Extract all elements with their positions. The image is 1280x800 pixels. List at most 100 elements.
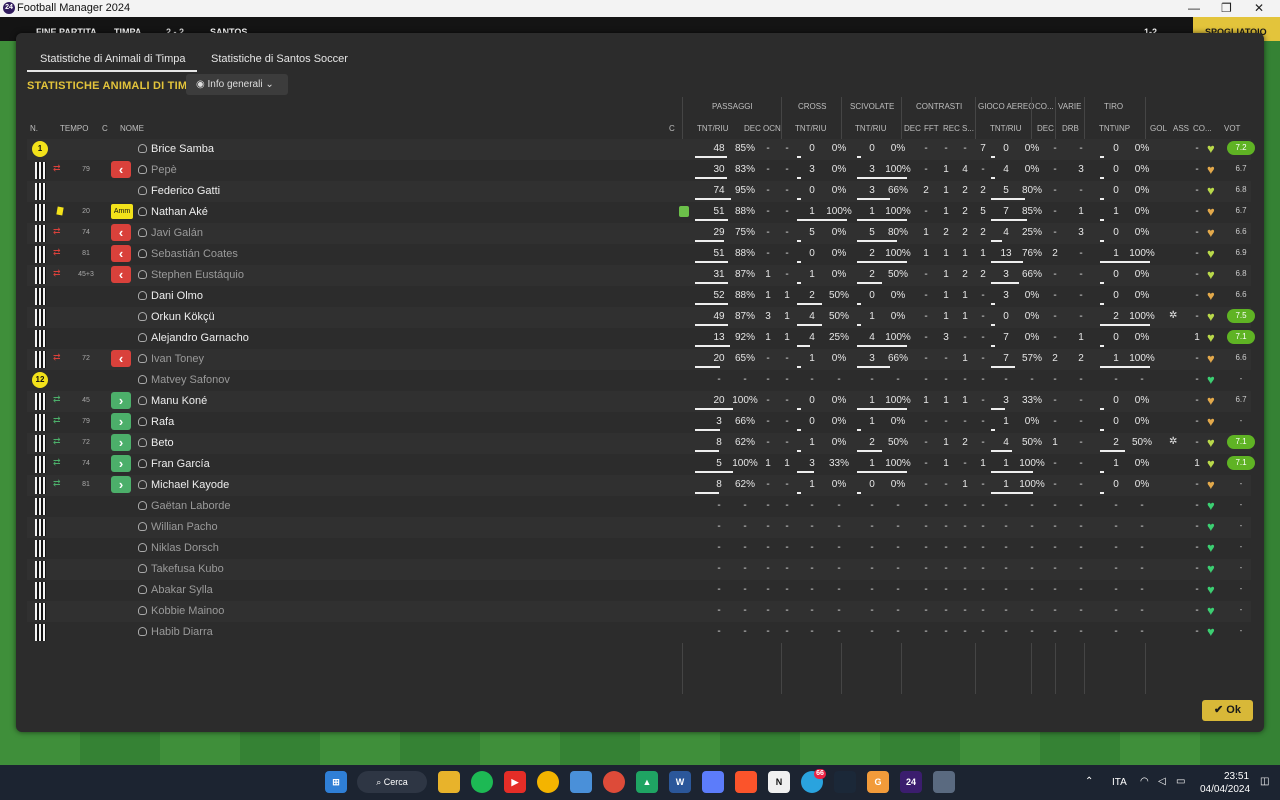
todo-icon[interactable] (702, 771, 724, 793)
player-name[interactable]: Takefusa Kubo (151, 563, 224, 575)
table-row[interactable]: 12 Matvey Safonov - - - - - - - - - - - - - - - - - - - ♥ - (27, 370, 1251, 391)
player-name[interactable]: Brice Samba (151, 143, 214, 155)
table-row[interactable]: Niklas Dorsch - - - - - - - - - - - - - - - - - - - ♥ - (27, 538, 1251, 559)
ok-button[interactable]: ✔ Ok (1202, 700, 1253, 721)
table-row[interactable]: ⇄ 72 › Beto 8 62% - -1 0% 2 50% -1 2-4 50% 1-2 50% - ✲ ♥ 7.… (27, 433, 1255, 454)
player-name[interactable]: Abakar Sylla (151, 584, 213, 596)
notifications-icon[interactable]: ◫ (1260, 776, 1269, 787)
youtube-icon[interactable]: ▶ (504, 771, 526, 793)
substitution-out-button[interactable]: ‹ (111, 224, 131, 241)
chrome-icon[interactable] (603, 771, 625, 793)
app-icon[interactable] (933, 771, 955, 793)
player-name[interactable]: Orkun Kökçü (151, 311, 215, 323)
col-shots[interactable]: TNT\INP (1099, 124, 1130, 133)
table-row[interactable]: ⇄ 72 ‹ Ivan Toney 20 65% - -1 0% 3 66% - -1-7 57% 2 2 1 1… (27, 349, 1251, 370)
table-row[interactable]: 1 Brice Samba 48 85% - -0 0% 0 0% - - -7 0 0% - -0 0% - ♥ 7… (27, 139, 1255, 160)
col-ch-s[interactable]: S... (962, 124, 974, 133)
table-row[interactable]: ⇄ 79 ‹ Pepè 30 83% - -3 0% 3 100% -1 4-4 0% -3 0 0% - ♥ 6.7 (27, 160, 1251, 181)
table-row[interactable]: ⇄ 81 › Michael Kayode 8 62% - -1 0% 0 0% - -1-1 100% -… (27, 475, 1251, 496)
table-row[interactable]: ⇄ 81 ‹ Sebastián Coates 51 88% - -0 0% 2 100% 1 1 1 1 1… (27, 244, 1251, 265)
player-name[interactable]: Dani Olmo (151, 290, 203, 302)
minimize-icon[interactable]: — (1188, 1, 1200, 15)
steam-icon[interactable] (834, 771, 856, 793)
view-dropdown[interactable]: ◉ Info generali ⌄ (186, 74, 288, 95)
brave-icon[interactable] (735, 771, 757, 793)
notion-icon[interactable]: N (768, 771, 790, 793)
drive-icon[interactable]: ▲ (636, 771, 658, 793)
table-row[interactable]: Takefusa Kubo - - - - - - - - - - - - - - - - - - - ♥ - (27, 559, 1251, 580)
player-name[interactable]: Willian Pacho (151, 521, 218, 533)
calendar-icon[interactable] (570, 771, 592, 793)
col-co[interactable]: CO... (1193, 124, 1212, 133)
substitution-out-button[interactable]: ‹ (111, 266, 131, 283)
table-row[interactable]: ⇄ 74 › Fran García 5 100% 1 1 3 33% 1 100% -1-1 1 100%… (27, 454, 1255, 475)
substitution-in-button[interactable]: › (111, 455, 131, 472)
player-name[interactable]: Gaëtan Laborde (151, 500, 231, 512)
col-rating[interactable]: VOT (1224, 124, 1240, 133)
table-row[interactable]: Kobbie Mainoo - - - - - - - - - - - - - - - - - - - ♥ - (27, 601, 1251, 622)
tab-away-stats[interactable]: Statistiche di Santos Soccer (211, 53, 348, 65)
col-time[interactable]: TEMPO (60, 124, 88, 133)
col-cond[interactable]: C (669, 124, 675, 133)
col-pass-ocn[interactable]: OCN (763, 124, 781, 133)
table-row[interactable]: Gaëtan Laborde - - - - - - - - - - - - - - - - - - - ♥ - (27, 496, 1251, 517)
clock-date[interactable]: 04/04/2024 (1200, 784, 1250, 795)
volume-icon[interactable]: ◁ (1158, 776, 1166, 787)
player-name[interactable]: Fran García (151, 458, 210, 470)
player-name[interactable]: Matvey Safonov (151, 374, 230, 386)
language-indicator[interactable]: ITA (1112, 777, 1127, 788)
substitution-in-button[interactable]: › (111, 392, 131, 409)
col-aerial-att[interactable]: TNT/RIU (990, 124, 1022, 133)
clock-time[interactable]: 23:51 (1224, 771, 1249, 782)
table-row[interactable]: Amm 20 Nathan Aké 51 88% - -1 100% 1 100% -1 2 5 7 85%… (27, 202, 1251, 223)
player-name[interactable]: Kobbie Mainoo (151, 605, 224, 617)
wifi-icon[interactable]: ◠ (1140, 776, 1149, 787)
col-tackle-att[interactable]: TNT/RIU (855, 124, 887, 133)
tab-home-stats[interactable]: Statistiche di Animali di Timpa (40, 53, 186, 65)
col-cross-att[interactable]: TNT/RIU (795, 124, 827, 133)
table-row[interactable]: Habib Diarra - - - - - - - - - - - - - - - - - - - ♥ - (27, 622, 1251, 643)
player-name[interactable]: Nathan Aké (151, 206, 208, 218)
player-name[interactable]: Ivan Toney (151, 353, 204, 365)
player-name[interactable]: Beto (151, 437, 174, 449)
player-name[interactable]: Federico Gatti (151, 185, 220, 197)
table-row[interactable]: Orkun Kökçü 49 87% 3 1 4 50% 1 0% - 1 1 - 0 0% - - 2 100% -… (27, 307, 1255, 328)
player-name[interactable]: Pepè (151, 164, 177, 176)
col-co-dec[interactable]: DEC (1037, 124, 1054, 133)
photos-icon[interactable] (537, 771, 559, 793)
col-ch-dec[interactable]: DEC (904, 124, 921, 133)
col-pass-att[interactable]: TNT/RIU (697, 124, 729, 133)
table-row[interactable]: ⇄ 79 › Rafa 3 66% - -0 0% 1 0% - - - -1 0% - -0 0% - ♥ - (27, 412, 1251, 433)
maximize-icon[interactable]: ❐ (1221, 1, 1232, 15)
player-name[interactable]: Rafa (151, 416, 174, 428)
substitution-out-button[interactable]: ‹ (111, 350, 131, 367)
player-name[interactable]: Stephen Eustáquio (151, 269, 244, 281)
player-name[interactable]: Sebastián Coates (151, 248, 238, 260)
close-icon[interactable]: ✕ (1254, 1, 1264, 15)
table-row[interactable]: ⇄ 45+3 ‹ Stephen Eustáquio 31 87% 1 - 1 0% 2 50% - 1 2… (27, 265, 1251, 286)
player-name[interactable]: Habib Diarra (151, 626, 213, 638)
player-name[interactable]: Niklas Dorsch (151, 542, 219, 554)
file-explorer-icon[interactable] (438, 771, 460, 793)
col-pass-dec[interactable]: DEC (744, 124, 761, 133)
battery-icon[interactable]: ▭ (1176, 776, 1185, 787)
word-icon[interactable]: W (669, 771, 691, 793)
player-name[interactable]: Javi Galán (151, 227, 203, 239)
table-row[interactable]: Alejandro Garnacho 13 92% 1 1 4 25% 4 100% -3- -7 0… (27, 328, 1255, 349)
football-manager-icon[interactable]: 24 (900, 771, 922, 793)
player-name[interactable]: Manu Koné (151, 395, 207, 407)
col-c[interactable]: C (102, 124, 108, 133)
col-drb[interactable]: DRB (1062, 124, 1079, 133)
table-row[interactable]: ⇄ 74 ‹ Javi Galán 29 75% - -5 0% 5 80% 1 2 2 2 4 25% -3 0 0… (27, 223, 1251, 244)
table-row[interactable]: ⇄ 45 › Manu Koné 20 100% - -0 0% 1 100% 1 1 1-3 33% - -0… (27, 391, 1251, 412)
col-number[interactable]: N. (30, 124, 38, 133)
substitution-out-button[interactable]: ‹ (111, 161, 131, 178)
spotify-icon[interactable] (471, 771, 493, 793)
table-row[interactable]: Federico Gatti 74 95% - -0 0% 3 66% 2 1 2 2 5 80% - -0 0… (27, 181, 1251, 202)
col-ch-fft[interactable]: FFT (924, 124, 939, 133)
table-row[interactable]: Abakar Sylla - - - - - - - - - - - - - - - - - - - ♥ - (27, 580, 1251, 601)
start-icon[interactable]: ⊞ (325, 771, 347, 793)
col-name[interactable]: NOME (120, 124, 144, 133)
substitution-out-button[interactable]: ‹ (111, 245, 131, 262)
table-row[interactable]: Willian Pacho - - - - - - - - - - - - - - - - - - - ♥ - (27, 517, 1251, 538)
